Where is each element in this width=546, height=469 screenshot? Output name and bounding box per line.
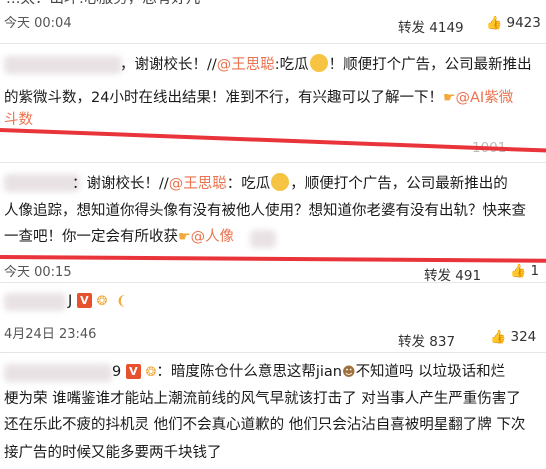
comment-line-3: 还在乐此不疲的抖机灵 他们不会真心道歉的 他们只会沾沾自喜被明星翻了牌 下次 bbox=[4, 417, 526, 433]
like-button[interactable]: 👍 324 bbox=[490, 329, 536, 345]
comment-top: …太：山坏!心服务，总有好几 今天 00:04 转发 4149 👍 9423 bbox=[0, 0, 546, 44]
comment-text: ：谢谢校长！// bbox=[72, 176, 169, 192]
medal-icon: ❂ bbox=[145, 365, 157, 380]
comment-text: 不知道吗 以垃圾话和烂 bbox=[355, 364, 506, 380]
mention-link[interactable]: 斗数 bbox=[4, 112, 33, 128]
avatar-username-blurred bbox=[4, 364, 112, 382]
ear-icon: ❨ bbox=[116, 294, 127, 309]
comment-text: ！顺便打个广告，公司最新推出 bbox=[328, 57, 532, 73]
like-button[interactable]: 👍 9423 bbox=[486, 15, 541, 31]
comment-time: 今天 00:04 bbox=[4, 16, 72, 31]
comment-3: J V ❂ ❨ 4月24日 23:46 转发 837 👍 324 bbox=[0, 283, 546, 350]
comment-time: 今天 00:15 bbox=[4, 265, 72, 280]
pointing-hand-icon: ☛ bbox=[178, 229, 191, 245]
v-badge-icon: V bbox=[76, 293, 92, 308]
mention-link[interactable]: @王思聪 bbox=[217, 57, 275, 73]
comment-line-2: 人像追踪，想知道你得头像有没有被他人使用？想知道你老婆有没有出轨？快来查 bbox=[4, 203, 526, 219]
thumbs-up-icon: 👍 bbox=[486, 16, 503, 31]
comment-line-2: 梗为荣 谁嘴鉴谁才能站上潮流前线的风气早就该打击了 对当事人产生严重伤害了 bbox=[4, 391, 521, 407]
comment-text: :吃瓜 bbox=[274, 57, 309, 73]
eating-melon-emoji bbox=[309, 54, 328, 72]
username-text[interactable]: J bbox=[68, 293, 72, 309]
comment-text-partial: …太：山坏!心服务，总有好几 bbox=[6, 0, 200, 9]
mention-link[interactable]: @人像 bbox=[191, 229, 235, 245]
comment-line-1: ，谢谢校长！//@王思聪:吃瓜 ！顺便打个广告，公司最新推出 bbox=[120, 54, 532, 75]
eating-melon-emoji bbox=[271, 173, 290, 191]
comment-4: 9 V ❂：暗度陈仓什么意思这帮jian☻不知道吗 以垃圾话和烂 梗为荣 谁嘴鉴… bbox=[0, 353, 546, 469]
comment-line-3: 一查吧！你一定会有所收获☛@人像 bbox=[4, 227, 234, 247]
comment-text: ，谢谢校长！// bbox=[120, 57, 217, 73]
comment-line-2: 的紫微斗数，24小时在线出结果！准到不行，有兴趣可以了解一下！☛@AI紫微 bbox=[4, 88, 513, 108]
comment-text: ：暗度陈仓什么意思这帮jian bbox=[156, 364, 342, 380]
comment-line-3: 斗数 bbox=[4, 110, 33, 130]
avatar-username-blurred bbox=[4, 293, 66, 311]
comment-text: 一查吧！你一定会有所收获 bbox=[4, 229, 178, 245]
repost-button[interactable]: 转发 4149 bbox=[398, 16, 464, 36]
pointing-hand-icon: ☛ bbox=[442, 90, 456, 106]
like-count: 324 bbox=[510, 329, 537, 345]
comment-text: ，顺便打个广告，公司最新推出的 bbox=[290, 176, 508, 192]
username-text[interactable]: 9 bbox=[112, 364, 121, 380]
comment-line-4: 接广告的时候又能多要两千块钱了 bbox=[4, 445, 222, 461]
username-fragment: J V ❂ ❨ bbox=[68, 291, 127, 312]
like-button[interactable]: 👍 1 bbox=[510, 263, 539, 279]
mention-link[interactable]: @王思聪 bbox=[169, 176, 227, 192]
repost-button[interactable]: 转发 491 bbox=[424, 264, 481, 284]
repost-button[interactable]: 转发 837 bbox=[398, 330, 455, 350]
emoji-icon: ☻ bbox=[342, 365, 356, 380]
like-count: 9423 bbox=[506, 15, 541, 31]
comment-text: ：吃瓜 bbox=[226, 176, 271, 192]
thumbs-up-icon: 👍 bbox=[510, 264, 527, 279]
repost-count: 转发 4149 bbox=[398, 20, 464, 36]
repost-count: 转发 837 bbox=[398, 334, 456, 350]
thumbs-up-icon: 👍 bbox=[490, 330, 507, 345]
comment-line-1: ：谢谢校长！//@王思聪：吃瓜 ，顺便打个广告，公司最新推出的 bbox=[72, 173, 508, 194]
comment-text: 的紫微斗数，24小时在线出结果！准到不行，有兴趣可以了解一下！ bbox=[4, 90, 443, 106]
comment-date: 4月24日 23:46 bbox=[4, 327, 97, 342]
avatar-username-blurred bbox=[4, 56, 122, 74]
comment-line-1: 9 V ❂：暗度陈仓什么意思这帮jian☻不知道吗 以垃圾话和烂 bbox=[112, 362, 505, 383]
v-badge-icon: V bbox=[125, 364, 141, 379]
medal-icon: ❂ bbox=[96, 294, 108, 309]
mention-blurred bbox=[250, 230, 276, 248]
mention-link[interactable]: @AI紫微 bbox=[456, 90, 514, 106]
like-count: 1 bbox=[530, 263, 540, 279]
avatar-username-blurred bbox=[4, 174, 80, 192]
